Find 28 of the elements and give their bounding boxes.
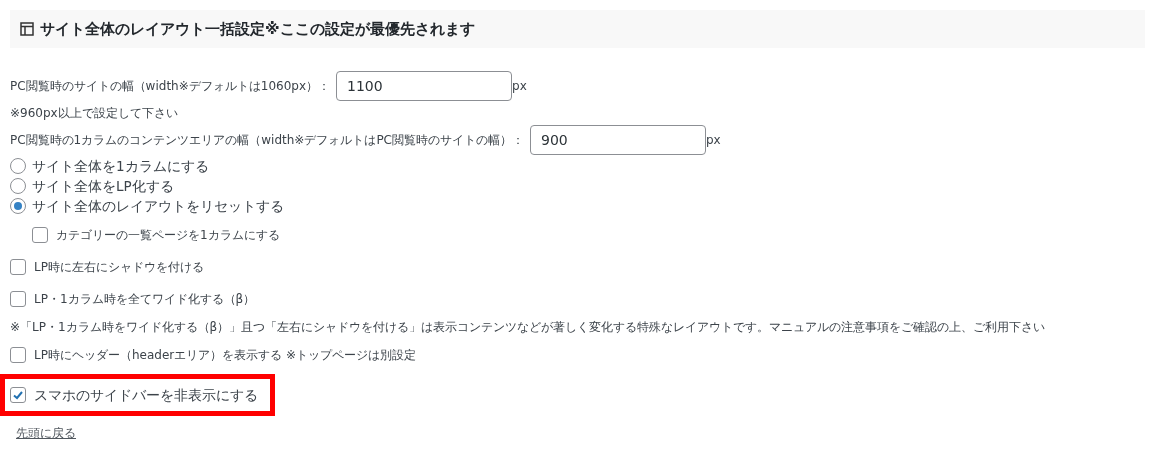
checkbox-label: カテゴリーの一覧ページを1カラムにする	[56, 227, 280, 244]
checkbox[interactable]	[10, 387, 26, 404]
field-label: PC閲覧時のサイトの幅（width※デフォルトは1060px）：	[10, 78, 330, 95]
field-label: PC閲覧時の1カラムのコンテンツエリアの幅（width※デフォルトはPC閲覧時のサイトの幅）：	[10, 132, 524, 149]
radio-label: サイト全体をLP化する	[32, 176, 174, 196]
checkbox[interactable]	[10, 259, 26, 275]
checkbox-label: LP時に左右にシャドウを付ける	[34, 259, 204, 276]
radio-label: サイト全体のレイアウトをリセットする	[32, 196, 284, 216]
checkbox-label: LP・1カラム時を全てワイド化する（β）	[34, 291, 256, 308]
input-field[interactable]: 1100	[336, 71, 512, 101]
section-title: サイト全体のレイアウト一括設定※ここの設定が最優先されます	[40, 18, 475, 40]
checkbox[interactable]	[32, 227, 48, 243]
unit-label: px	[706, 132, 721, 149]
note-text: ※960px以上で設定して下さい	[10, 105, 179, 122]
checkbox-label: スマホのサイドバーを非表示にする	[34, 386, 258, 405]
radio-button[interactable]	[10, 198, 26, 214]
checkbox[interactable]	[10, 291, 26, 307]
checkbox-label: LP時にヘッダー（headerエリア）を表示する ※トップページは別設定	[34, 347, 417, 364]
note-text: ※「LP・1カラム時をワイド化する（β）」且つ「左右にシャドウを付ける」は表示コンテンツなどが著しく変化する特殊なレイアウトです。マニュアルの注意事項をご確認の上、ご利用下さい	[10, 319, 1047, 336]
radio-button[interactable]	[10, 158, 26, 174]
radio-label: サイト全体を1カラムにする	[32, 156, 209, 176]
checkbox[interactable]	[10, 347, 26, 363]
layout-icon	[20, 22, 34, 36]
checkmark-icon	[12, 389, 24, 402]
input-field[interactable]: 900	[530, 125, 706, 155]
radio-button[interactable]	[10, 178, 26, 194]
back-to-top-link[interactable]: 先頭に戻る	[16, 424, 76, 443]
unit-label: px	[512, 78, 527, 95]
